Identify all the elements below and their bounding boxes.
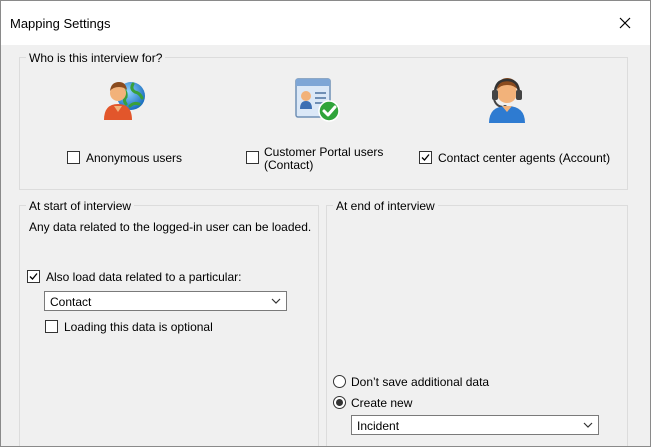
close-icon bbox=[619, 17, 631, 29]
close-button[interactable] bbox=[606, 7, 644, 39]
checkmark-icon bbox=[421, 154, 430, 161]
also-load-checkbox[interactable] bbox=[27, 270, 40, 283]
dont-save-radio[interactable] bbox=[333, 375, 346, 388]
title-bar: Mapping Settings bbox=[1, 1, 650, 45]
create-new-label: Create new bbox=[351, 396, 413, 410]
dont-save-label: Don’t save additional data bbox=[351, 375, 490, 389]
customer-portal-users-sublabel: (Contact) bbox=[264, 158, 314, 172]
headset-agent-icon bbox=[489, 78, 525, 123]
entity-select-value: Contact bbox=[50, 295, 92, 309]
portal-user-card-icon bbox=[295, 78, 340, 122]
create-new-select[interactable]: Incident bbox=[351, 415, 599, 435]
start-legend: At start of interview bbox=[26, 199, 135, 213]
end-legend: At end of interview bbox=[333, 199, 438, 213]
anonymous-users-label: Anonymous users bbox=[86, 151, 183, 165]
customer-portal-users-label: Customer Portal users bbox=[264, 145, 384, 159]
chevron-down-icon bbox=[271, 298, 281, 304]
customer-portal-users-checkbox[interactable] bbox=[246, 151, 259, 164]
window-title: Mapping Settings bbox=[10, 16, 111, 31]
optional-loading-checkbox[interactable] bbox=[45, 320, 58, 333]
also-load-label: Also load data related to a particular: bbox=[46, 270, 242, 284]
contact-center-agents-label: Contact center agents (Account) bbox=[438, 151, 611, 165]
create-new-radio[interactable] bbox=[333, 396, 346, 409]
anonymous-users-checkbox[interactable] bbox=[67, 151, 80, 164]
contact-center-agents-checkbox[interactable] bbox=[419, 151, 432, 164]
audience-group: Who is this interview for? Anonymous use… bbox=[19, 51, 628, 190]
globe-user-icon bbox=[104, 82, 145, 120]
end-of-interview-group: At end of interview Don’t save additiona… bbox=[326, 199, 628, 446]
audience-legend: Who is this interview for? bbox=[26, 51, 166, 65]
start-of-interview-group: At start of interview Any data related t… bbox=[19, 199, 319, 446]
create-new-select-value: Incident bbox=[357, 419, 400, 433]
optional-loading-label: Loading this data is optional bbox=[64, 320, 213, 334]
checkmark-icon bbox=[29, 273, 38, 280]
radio-selected-dot bbox=[336, 399, 343, 406]
start-description: Any data related to the logged-in user c… bbox=[29, 220, 312, 234]
entity-select[interactable]: Contact bbox=[44, 291, 287, 311]
mapping-settings-dialog: Mapping Settings Who is this interview f… bbox=[0, 0, 651, 447]
chevron-down-icon bbox=[583, 422, 593, 428]
